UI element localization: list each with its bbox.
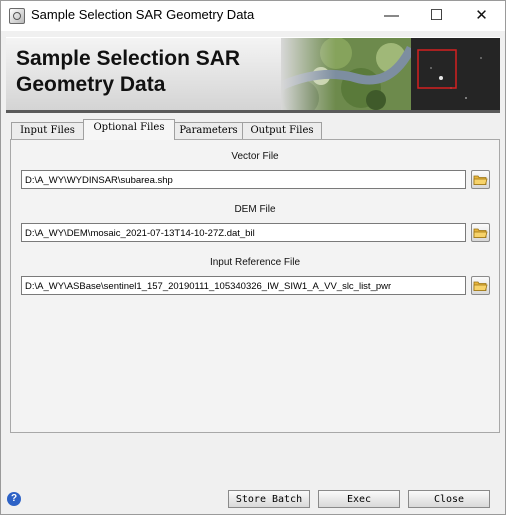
- help-icon[interactable]: ?: [7, 492, 21, 506]
- close-button[interactable]: Close: [408, 490, 490, 508]
- reference-file-browse-button[interactable]: [471, 276, 490, 295]
- folder-icon: [473, 228, 488, 238]
- folder-icon: [473, 281, 488, 291]
- optional-files-panel: Vector File D:\A_WY\WYDINSAR\subarea.shp…: [10, 139, 500, 433]
- minimize-button[interactable]: —: [369, 1, 414, 31]
- exec-button[interactable]: Exec: [318, 490, 400, 508]
- app-icon: [9, 8, 25, 24]
- reference-file-input[interactable]: D:\A_WY\ASBase\sentinel1_157_20190111_10…: [21, 276, 466, 295]
- banner-title-line2: Geometry Data: [16, 73, 166, 96]
- reference-file-label: Input Reference File: [209, 257, 301, 268]
- vector-file-input[interactable]: D:\A_WY\WYDINSAR\subarea.shp: [21, 170, 466, 189]
- tab-optional-files[interactable]: Optional Files: [83, 119, 175, 140]
- dialog-window: Sample Selection SAR Geometry Data — ☐ ✕…: [0, 0, 506, 515]
- window-title: Sample Selection SAR Geometry Data: [31, 7, 255, 22]
- dem-file-label: DEM File: [234, 204, 276, 215]
- tab-output-files[interactable]: Output Files: [242, 122, 322, 139]
- dem-file-input[interactable]: D:\A_WY\DEM\mosaic_2021-07-13T14-10-27Z.…: [21, 223, 466, 242]
- vector-file-browse-button[interactable]: [471, 170, 490, 189]
- folder-icon: [473, 175, 488, 185]
- store-batch-button[interactable]: Store Batch: [228, 490, 310, 508]
- maximize-button[interactable]: ☐: [414, 1, 459, 31]
- banner-title-line1: Sample Selection SAR: [16, 47, 241, 70]
- sar-banner-image: [281, 38, 500, 110]
- tab-input-files[interactable]: Input Files: [11, 122, 84, 139]
- header-banner: Sample Selection SAR Geometry Data: [6, 37, 500, 113]
- vector-file-label: Vector File: [231, 151, 279, 162]
- tab-parameters[interactable]: Parameters: [174, 122, 243, 139]
- title-bar: Sample Selection SAR Geometry Data — ☐ ✕: [1, 1, 505, 31]
- close-window-button[interactable]: ✕: [459, 1, 504, 31]
- dem-file-browse-button[interactable]: [471, 223, 490, 242]
- banner-title: Sample Selection SAR Geometry Data: [16, 46, 286, 98]
